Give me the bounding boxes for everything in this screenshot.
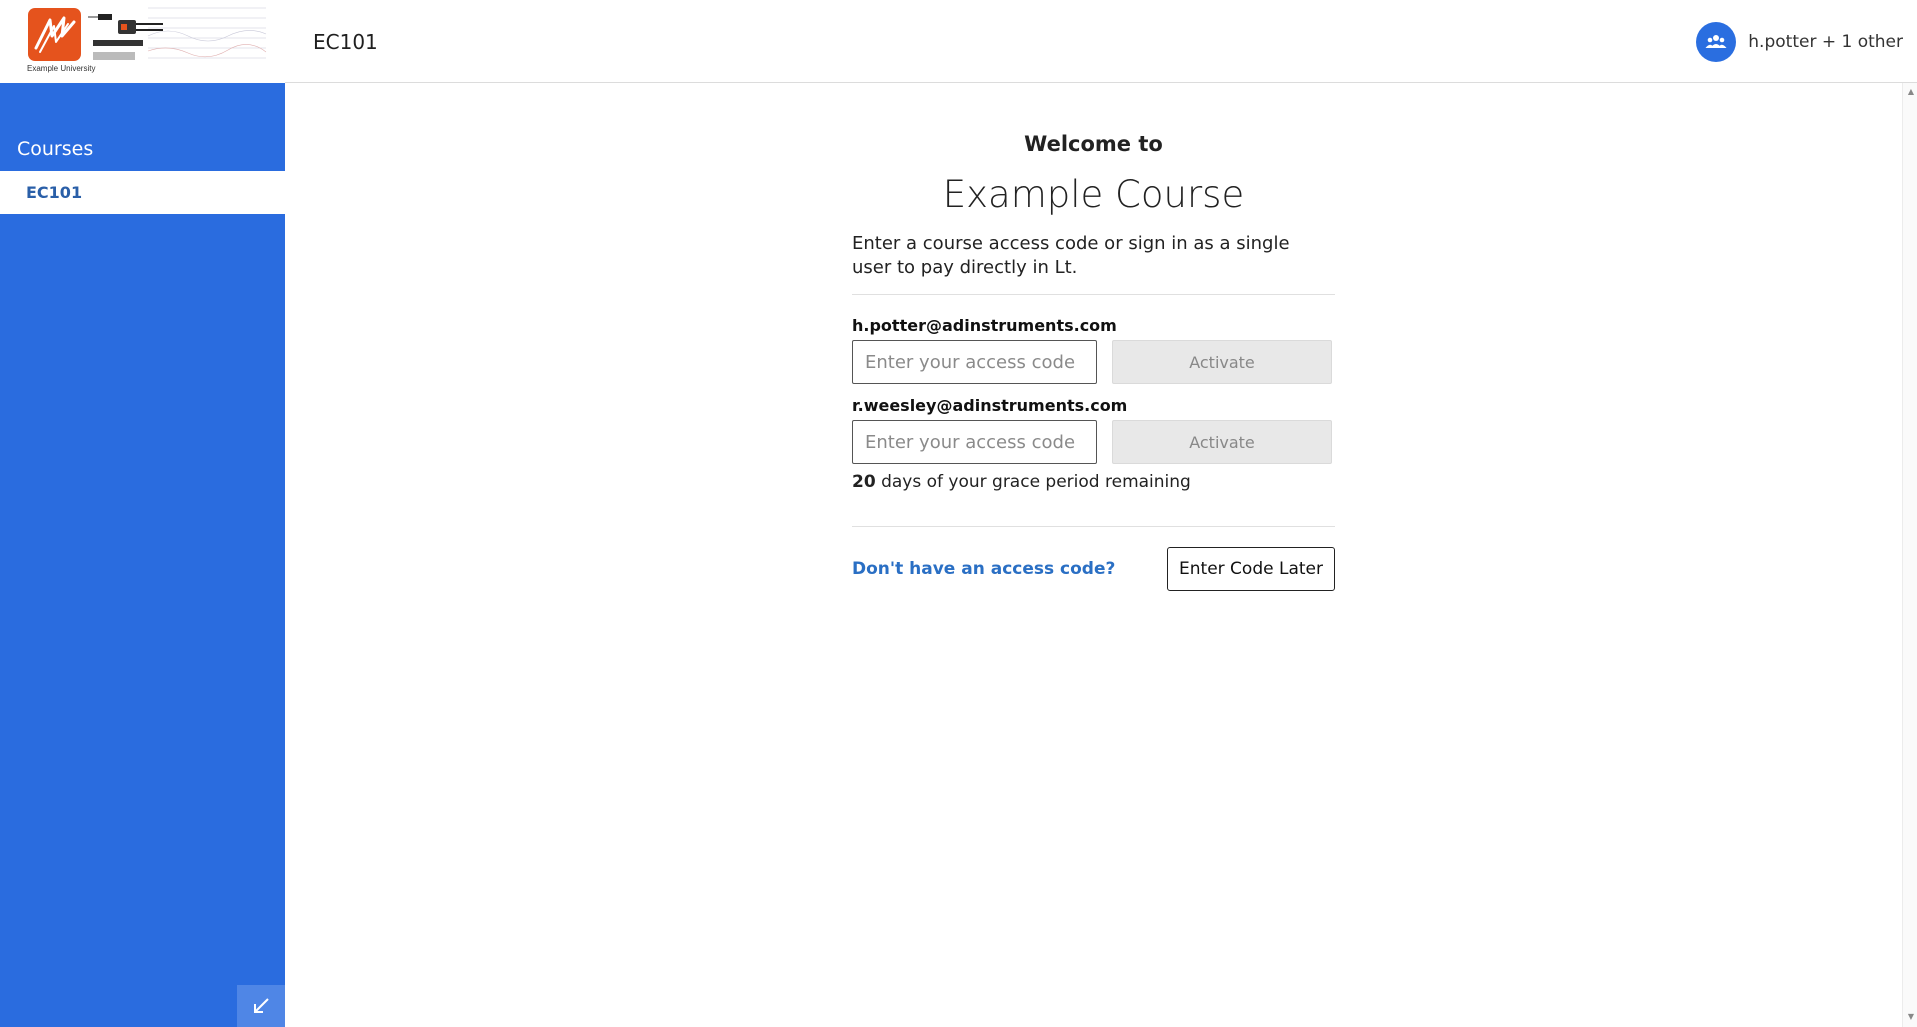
scroll-up-icon[interactable]: ▲ bbox=[1908, 87, 1914, 96]
sidebar-heading: Courses bbox=[17, 138, 94, 160]
sidebar-item-label: EC101 bbox=[26, 183, 83, 202]
collapse-arrow-icon bbox=[254, 998, 269, 1013]
intro-text: Enter a course access code or sign in as… bbox=[852, 233, 1290, 278]
page-title: EC101 bbox=[313, 30, 378, 54]
access-code-input[interactable] bbox=[852, 420, 1097, 464]
device-illustration-icon bbox=[88, 7, 267, 60]
user-menu[interactable]: h.potter + 1 other bbox=[1696, 22, 1903, 62]
user-email: r.weesley@adinstruments.com bbox=[852, 396, 1128, 415]
user-name[interactable]: h.potter + 1 other bbox=[1748, 32, 1903, 52]
collapse-sidebar-button[interactable] bbox=[237, 985, 285, 1027]
top-header: Example University EC101 h.potter + 1 ot… bbox=[0, 0, 1917, 83]
access-code-input[interactable] bbox=[852, 340, 1097, 384]
course-name: Example Course bbox=[942, 173, 1245, 216]
user-email: h.potter@adinstruments.com bbox=[852, 316, 1117, 335]
users-group-icon[interactable] bbox=[1696, 22, 1737, 62]
grace-days-label: days of your grace period remaining bbox=[875, 472, 1191, 492]
activate-button[interactable]: Activate bbox=[1112, 420, 1332, 464]
vertical-scrollbar[interactable] bbox=[1902, 83, 1917, 1027]
action-row: Don't have an access code? Enter Code La… bbox=[852, 547, 1335, 591]
logo-caption: Example University bbox=[27, 64, 96, 73]
activation-panel: Welcome to Example Course Enter a course… bbox=[852, 132, 1335, 591]
sidebar-item-ec101[interactable]: EC101 bbox=[0, 171, 285, 214]
welcome-heading: Welcome to bbox=[1024, 132, 1163, 156]
divider bbox=[852, 294, 1335, 295]
no-access-code-link[interactable]: Don't have an access code? bbox=[852, 559, 1115, 579]
brand-logo-icon bbox=[28, 8, 81, 61]
university-logo[interactable]: Example University bbox=[0, 0, 285, 83]
user-code-block: h.potter@adinstruments.com Activate bbox=[852, 316, 1335, 384]
grace-days-count: 20 bbox=[852, 472, 876, 492]
grace-period-text: 20 days of your grace period remaining bbox=[852, 472, 1335, 492]
divider bbox=[852, 526, 1335, 527]
activate-button[interactable]: Activate bbox=[1112, 340, 1332, 384]
user-code-block: r.weesley@adinstruments.com Activate bbox=[852, 396, 1335, 464]
enter-code-later-button[interactable]: Enter Code Later bbox=[1167, 547, 1335, 591]
sidebar: Courses EC101 bbox=[0, 83, 285, 1027]
scroll-down-icon[interactable]: ▼ bbox=[1908, 1012, 1914, 1021]
